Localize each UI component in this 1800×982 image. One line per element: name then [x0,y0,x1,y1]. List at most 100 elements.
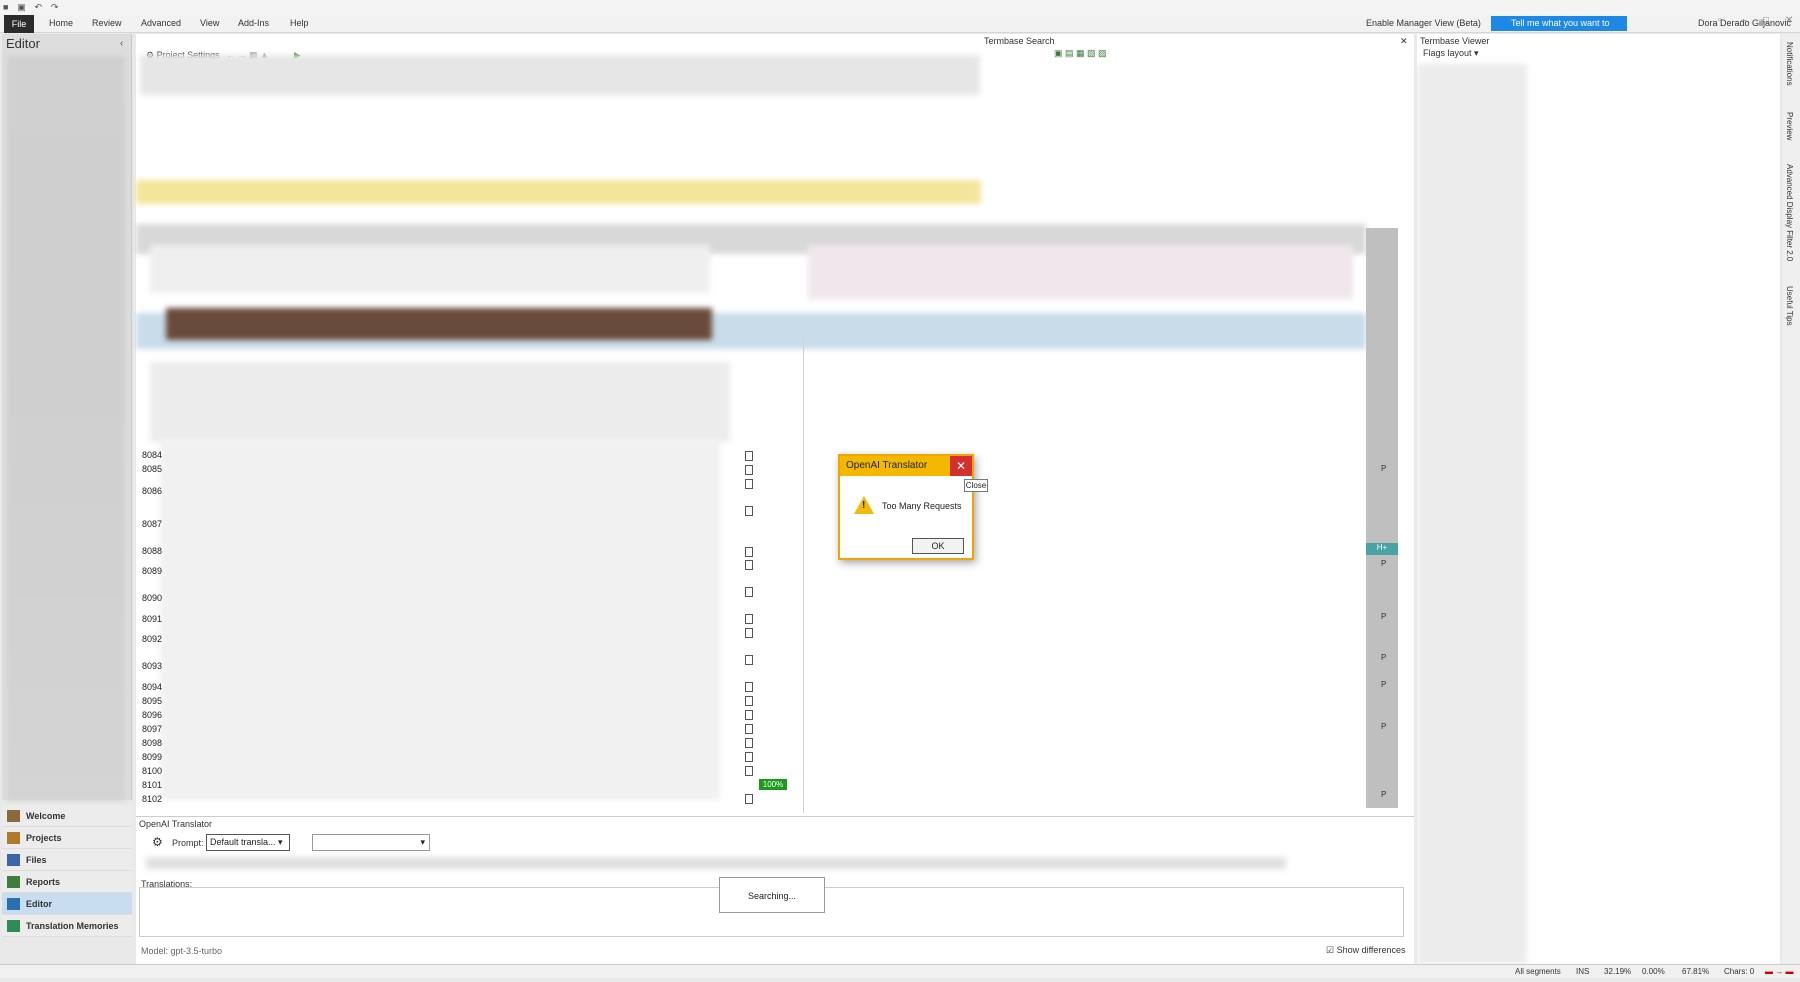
document-icon [745,479,753,489]
blurred-source-preview [146,857,1286,869]
close-window-icon[interactable]: ✕ [1785,15,1793,26]
row-number: 8093 [142,661,163,671]
ribbon-tabs: File Home Review Advanced View Add-Ins H… [0,15,1800,43]
row-number: 8096 [142,710,163,720]
chevron-left-icon[interactable]: ‹ [120,38,123,49]
gear-icon[interactable]: ⚙ [152,835,163,849]
document-icon [745,738,753,748]
document-icon [745,547,753,557]
nav-translation-memories[interactable]: Translation Memories [2,915,132,937]
blurred-header [140,55,980,95]
searching-indicator: Searching... [719,877,825,913]
side-tabs: Notifications Preview Advanced Display F… [1782,34,1800,964]
status-percent-1: 32.19% [1604,967,1632,976]
dialog-close-button[interactable]: ✕ [950,456,972,476]
ok-button[interactable]: OK [912,538,964,554]
home-icon [7,810,20,822]
row-number: 8086 [142,486,163,496]
show-differences-checkbox[interactable]: ☑ Show differences [1326,945,1405,956]
row-number: 8100 [142,766,163,776]
tab-review[interactable]: Review [92,18,122,28]
row-number: 8099 [142,752,163,762]
status-flag: P [1381,653,1387,662]
pane-title: OpenAI Translator [139,819,213,829]
document-icon [745,794,753,804]
blurred-dark-bar [166,308,712,340]
status-flag: P [1381,464,1387,473]
dialog-message: Too Many Requests [882,501,962,511]
minimize-icon[interactable]: – [1741,15,1747,26]
nav-projects[interactable]: Projects [2,827,132,849]
prompt-dropdown[interactable]: Default transla... ▾ [206,834,290,851]
document-icon [745,560,753,570]
filter-status: All segments [1515,967,1561,976]
row-number: 8085 [142,464,163,474]
tab-notifications[interactable]: Notifications [1785,42,1794,86]
document-icon [745,628,753,638]
termbase-viewer-pane: Termbase Viewer Flags layout ▾ [1417,34,1780,964]
nav-welcome[interactable]: Welcome [2,805,132,827]
document-icon [745,506,753,516]
manager-view-toggle[interactable]: Enable Manager View (Beta) [1366,18,1481,28]
tell-me-box[interactable]: Tell me what you want to do... [1491,16,1627,43]
tab-preview[interactable]: Preview [1785,112,1794,140]
row-number: 8091 [142,614,163,624]
undo-icon[interactable]: ↶ [35,2,43,13]
row-number: 8089 [142,566,163,576]
row-number: 8092 [142,634,163,644]
close-tooltip: Close [964,479,988,492]
row-number: 8095 [142,696,163,706]
blurred-highlight [136,180,981,204]
tab-help[interactable]: Help [290,18,309,28]
maximize-icon[interactable]: □ [1763,15,1769,26]
layout-dropdown[interactable]: Flags layout ▾ [1423,48,1513,61]
termbase-viewer-title: Termbase Viewer [1420,36,1490,46]
document-icon [745,752,753,762]
nav-files[interactable]: Files [2,849,132,871]
pane-title: Editor [6,36,40,51]
status-flag: P [1381,722,1387,731]
char-count: Chars: 0 [1724,967,1755,976]
status-flag: P [1381,559,1387,568]
document-icon [745,682,753,692]
blurred-target [808,245,1353,299]
termbase-search-title: Termbase Search [984,36,1055,46]
pane-close-icon[interactable]: ✕ [1400,36,1408,47]
blurred-rows [150,362,730,442]
row-number: 8102 [142,794,163,804]
row-number: 8084 [142,450,163,460]
tab-advanced[interactable]: Advanced [141,18,181,28]
app-icon: ■ [3,2,9,12]
files-icon [7,854,20,866]
nav-reports[interactable]: Reports [2,871,132,893]
tab-advanced-display-filter[interactable]: Advanced Display Filter 2.0 [1785,164,1794,261]
tab-add-ins[interactable]: Add-Ins [238,18,269,28]
status-flag: P [1381,612,1387,621]
save-icon[interactable]: ▣ [17,2,26,13]
secondary-dropdown[interactable]: ▾ [312,834,430,851]
document-icon [745,451,753,461]
document-icon [745,465,753,475]
quick-access-toolbar: ■ ▣ ↶ ↷ [0,0,1800,15]
restore-icon[interactable]: ▫ [1718,15,1722,26]
status-bar: All segments INS 32.19% 0.00% 67.81% Cha… [0,964,1800,978]
tab-useful-tips[interactable]: Useful Tips [1785,286,1794,326]
tab-home[interactable]: Home [49,18,73,28]
row-number: 8090 [142,593,163,603]
tm-icon [7,920,20,932]
projects-icon [7,832,20,844]
redo-icon[interactable]: ↷ [51,2,59,13]
status-flag: P [1381,790,1387,799]
editor-navigation-pane: Editor ‹ [2,34,132,801]
status-percent-3: 67.81% [1682,967,1710,976]
nav-editor[interactable]: Editor [2,893,132,915]
row-number: 8097 [142,724,163,734]
pencil-icon [7,898,20,910]
row-number: 8094 [142,682,163,692]
document-icon [745,696,753,706]
tab-view[interactable]: View [200,18,219,28]
row-number: 8098 [142,738,163,748]
termbase-tools-icon[interactable]: ▣ ▤ ▦ ▧ ▨ [1054,48,1107,59]
blurred-term-list [1417,64,1527,964]
tab-file[interactable]: File [4,15,34,33]
